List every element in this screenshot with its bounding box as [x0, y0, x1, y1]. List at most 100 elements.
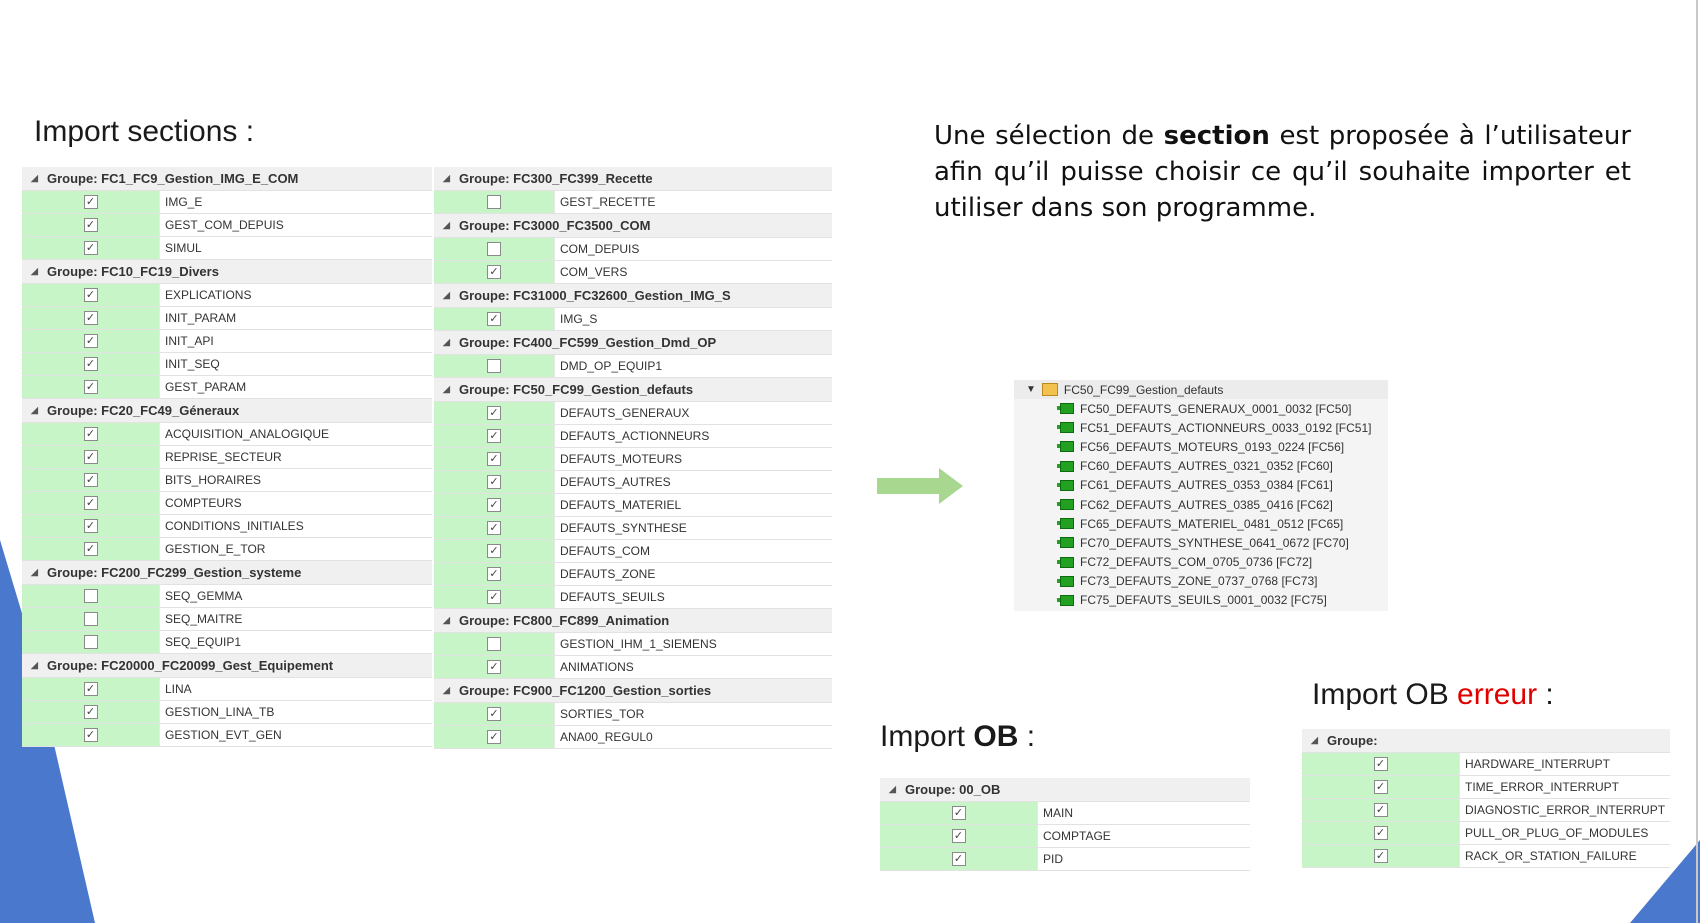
tree-item[interactable]: FC56_DEFAUTS_MOTEURS_0193_0224 [FC56]: [1014, 437, 1388, 456]
collapse-triangle-icon[interactable]: ◢: [31, 173, 41, 184]
collapse-triangle-icon[interactable]: ◢: [443, 337, 453, 348]
checkbox-checked[interactable]: ✓: [487, 475, 501, 489]
group-header[interactable]: ◢ Groupe: FC300_FC399_Recette: [434, 167, 832, 191]
checkbox-checked[interactable]: ✓: [487, 590, 501, 604]
sections-right-panel: ◢ Groupe: FC300_FC399_Recette GEST_RECETTE…: [434, 167, 832, 749]
checkbox-cell: ✓: [22, 469, 160, 491]
tree-item[interactable]: FC50_DEFAUTS_GENERAUX_0001_0032 [FC50]: [1014, 399, 1388, 418]
collapse-triangle-icon[interactable]: ◢: [31, 660, 41, 671]
collapse-triangle-icon[interactable]: ◢: [443, 173, 453, 184]
checkbox-checked[interactable]: ✓: [951, 852, 966, 866]
checkbox-checked[interactable]: ✓: [487, 521, 501, 535]
checkbox-checked[interactable]: ✓: [83, 705, 98, 719]
collapse-triangle-icon[interactable]: ◢: [31, 266, 41, 277]
checkbox-checked[interactable]: ✓: [83, 682, 98, 696]
checkbox-checked[interactable]: ✓: [83, 311, 98, 325]
checkbox-cell: ✓: [434, 586, 555, 608]
checkbox-checked[interactable]: ✓: [487, 567, 501, 581]
group-header[interactable]: ◢ Groupe: FC50_FC99_Gestion_defauts: [434, 378, 832, 402]
group-header[interactable]: ◢ Groupe: FC400_FC599_Gestion_Dmd_OP: [434, 331, 832, 355]
checkbox-checked[interactable]: ✓: [487, 406, 501, 420]
group-header[interactable]: ◢ Groupe: FC900_FC1200_Gestion_sorties: [434, 679, 832, 703]
checkbox-checked[interactable]: ✓: [1373, 803, 1388, 817]
checkbox-checked[interactable]: ✓: [951, 806, 966, 820]
checkbox-unchecked[interactable]: [487, 637, 501, 651]
checkbox-unchecked[interactable]: [83, 635, 98, 649]
group-label: Groupe: FC400_FC599_Gestion_Dmd_OP: [459, 335, 717, 350]
ob-panel: ◢ Groupe: 00_OB ✓ MAIN ✓ COMPTAGE ✓ PID: [880, 778, 1250, 871]
checkbox-checked[interactable]: ✓: [487, 452, 501, 466]
collapse-triangle-icon[interactable]: ◢: [889, 784, 899, 795]
checkbox-checked[interactable]: ✓: [83, 496, 98, 510]
checkbox-checked[interactable]: ✓: [487, 707, 501, 721]
checkbox-checked[interactable]: ✓: [1373, 780, 1388, 794]
checkbox-checked[interactable]: ✓: [83, 334, 98, 348]
checkbox-checked[interactable]: ✓: [1373, 849, 1388, 863]
checkbox-checked[interactable]: ✓: [487, 312, 501, 326]
checkbox-checked[interactable]: ✓: [83, 218, 98, 232]
group-header[interactable]: ◢ Groupe: FC800_FC899_Animation: [434, 609, 832, 633]
group-header[interactable]: ◢ Groupe: FC20_FC49_Géneraux: [22, 399, 432, 423]
checkbox-checked[interactable]: ✓: [83, 728, 98, 742]
group-header[interactable]: ◢ Groupe: 00_OB: [880, 778, 1250, 802]
checkbox-checked[interactable]: ✓: [83, 519, 98, 533]
section-name: REPRISE_SECTEUR: [160, 446, 432, 468]
checkbox-checked[interactable]: ✓: [951, 829, 966, 843]
collapse-triangle-icon[interactable]: ◢: [443, 685, 453, 696]
checkbox-checked[interactable]: ✓: [83, 241, 98, 255]
checkbox-checked[interactable]: ✓: [487, 660, 501, 674]
group-header[interactable]: ◢ Groupe: FC1_FC9_Gestion_IMG_E_COM: [22, 167, 432, 191]
tree-item[interactable]: FC62_DEFAUTS_AUTRES_0385_0416 [FC62]: [1014, 495, 1388, 514]
group-header[interactable]: ◢ Groupe: FC10_FC19_Divers: [22, 260, 432, 284]
checkbox-checked[interactable]: ✓: [487, 429, 501, 443]
checkbox-cell: ✓: [434, 540, 555, 562]
tree-root[interactable]: ▼ FC50_FC99_Gestion_defauts: [1014, 380, 1388, 399]
group-header[interactable]: ◢ Groupe: FC3000_FC3500_COM: [434, 214, 832, 238]
checkbox-checked[interactable]: ✓: [83, 450, 98, 464]
checkbox-checked[interactable]: ✓: [487, 544, 501, 558]
collapse-triangle-icon[interactable]: ◢: [31, 567, 41, 578]
group-header[interactable]: ◢ Groupe: FC31000_FC32600_Gestion_IMG_S: [434, 284, 832, 308]
group-header[interactable]: ◢ Groupe:: [1302, 729, 1670, 753]
tree-item[interactable]: FC60_DEFAUTS_AUTRES_0321_0352 [FC60]: [1014, 457, 1388, 476]
section-name: TIME_ERROR_INTERRUPT: [1460, 776, 1670, 798]
checkbox-unchecked[interactable]: [487, 359, 501, 373]
checkbox-checked[interactable]: ✓: [487, 498, 501, 512]
checkbox-cell: ✓: [1302, 799, 1460, 821]
collapse-triangle-icon[interactable]: ◢: [31, 405, 41, 416]
checkbox-checked[interactable]: ✓: [1373, 757, 1388, 771]
tree-item[interactable]: FC75_DEFAUTS_SEUILS_0001_0032 [FC75]: [1014, 591, 1388, 610]
tree-item[interactable]: FC73_DEFAUTS_ZONE_0737_0768 [FC73]: [1014, 572, 1388, 591]
checkbox-checked[interactable]: ✓: [83, 357, 98, 371]
expand-triangle-icon[interactable]: ▼: [1026, 384, 1036, 395]
collapse-triangle-icon[interactable]: ◢: [1311, 735, 1321, 746]
checkbox-unchecked[interactable]: [83, 612, 98, 626]
tree-item[interactable]: FC61_DEFAUTS_AUTRES_0353_0384 [FC61]: [1014, 476, 1388, 495]
collapse-triangle-icon[interactable]: ◢: [443, 220, 453, 231]
sections-left-panel: ◢ Groupe: FC1_FC9_Gestion_IMG_E_COM ✓ IMG_E…: [22, 167, 432, 747]
collapse-triangle-icon[interactable]: ◢: [443, 290, 453, 301]
tree-item[interactable]: FC72_DEFAUTS_COM_0705_0736 [FC72]: [1014, 553, 1388, 572]
group-header[interactable]: ◢ Groupe: FC200_FC299_Gestion_systeme: [22, 561, 432, 585]
checkbox-checked[interactable]: ✓: [487, 265, 501, 279]
checkbox-checked[interactable]: ✓: [487, 730, 501, 744]
checkbox-checked[interactable]: ✓: [83, 288, 98, 302]
checkbox-checked[interactable]: ✓: [83, 542, 98, 556]
group-header[interactable]: ◢ Groupe: FC20000_FC20099_Gest_Equipement: [22, 654, 432, 678]
checkbox-checked[interactable]: ✓: [1373, 826, 1388, 840]
tree-item[interactable]: FC51_DEFAUTS_ACTIONNEURS_0033_0192 [FC51…: [1014, 418, 1388, 437]
collapse-triangle-icon[interactable]: ◢: [443, 615, 453, 626]
checkbox-checked[interactable]: ✓: [83, 427, 98, 441]
section-name: ANIMATIONS: [555, 656, 832, 678]
checkbox-checked[interactable]: ✓: [83, 195, 98, 209]
tree-item[interactable]: FC65_DEFAUTS_MATERIEL_0481_0512 [FC65]: [1014, 514, 1388, 533]
checkbox-unchecked[interactable]: [487, 195, 501, 209]
section-row: ✓ DEFAUTS_AUTRES: [434, 471, 832, 494]
checkbox-checked[interactable]: ✓: [83, 473, 98, 487]
checkbox-checked[interactable]: ✓: [83, 380, 98, 394]
checkbox-unchecked[interactable]: [83, 589, 98, 603]
checkbox-unchecked[interactable]: [487, 242, 501, 256]
tree-item-label: FC56_DEFAUTS_MOTEURS_0193_0224 [FC56]: [1080, 439, 1345, 454]
tree-item[interactable]: FC70_DEFAUTS_SYNTHESE_0641_0672 [FC70]: [1014, 533, 1388, 552]
collapse-triangle-icon[interactable]: ◢: [443, 384, 453, 395]
